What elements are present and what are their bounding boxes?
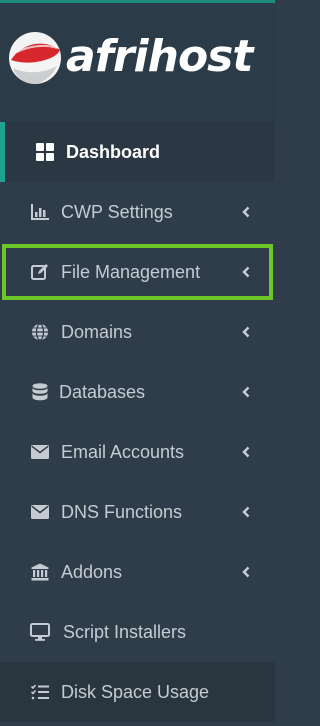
sidebar-item-label: Disk Space Usage xyxy=(61,681,210,702)
bar-chart-icon xyxy=(30,202,50,222)
chevron-left-icon[interactable] xyxy=(241,265,251,279)
sidebar-item-cwp-settings[interactable]: CWP Settings xyxy=(0,182,275,242)
logo-area[interactable]: afrihost xyxy=(0,3,275,122)
chevron-left-icon[interactable] xyxy=(241,445,251,459)
sidebar-item-label: Dashboard xyxy=(66,141,161,162)
sidebar-item-file-management[interactable]: File Management xyxy=(0,242,275,302)
sidebar-menu: Dashboard CWP Settings File Management D… xyxy=(0,122,275,722)
sidebar-item-label: Script Installers xyxy=(63,621,187,642)
bank-icon xyxy=(30,562,50,582)
sidebar-item-addons[interactable]: Addons xyxy=(0,542,275,602)
monitor-icon xyxy=(30,622,50,642)
sidebar-item-dashboard[interactable]: Dashboard xyxy=(0,122,275,182)
sidebar-item-label: Email Accounts xyxy=(61,441,185,462)
list-check-icon xyxy=(30,682,50,702)
sidebar-item-disk-space-usage[interactable]: Disk Space Usage xyxy=(0,662,275,722)
sidebar: afrihost Dashboard CWP Settings File Man… xyxy=(0,0,275,726)
brand-name: afrihost xyxy=(66,31,253,82)
chevron-left-icon[interactable] xyxy=(241,385,251,399)
sidebar-item-domains[interactable]: Domains xyxy=(0,302,275,362)
sidebar-item-label: Domains xyxy=(61,321,133,342)
sidebar-item-label: CWP Settings xyxy=(61,201,173,222)
chevron-left-icon[interactable] xyxy=(241,565,251,579)
envelope-icon xyxy=(30,442,50,462)
chevron-left-icon[interactable] xyxy=(241,205,251,219)
edit-icon xyxy=(30,262,50,282)
sidebar-item-dns-functions[interactable]: DNS Functions xyxy=(0,482,275,542)
chevron-left-icon[interactable] xyxy=(241,505,251,519)
chevron-left-icon[interactable] xyxy=(241,325,251,339)
database-icon xyxy=(30,382,50,402)
globe-icon xyxy=(30,322,50,342)
envelope-icon xyxy=(30,502,50,522)
afrihost-logo-icon xyxy=(9,32,61,84)
sidebar-item-label: DNS Functions xyxy=(61,501,183,522)
dashboard-grid-icon xyxy=(35,142,55,162)
sidebar-item-databases[interactable]: Databases xyxy=(0,362,275,422)
sidebar-item-label: File Management xyxy=(61,261,201,282)
sidebar-item-script-installers[interactable]: Script Installers xyxy=(0,602,275,662)
sidebar-item-label: Addons xyxy=(61,561,123,582)
sidebar-item-email-accounts[interactable]: Email Accounts xyxy=(0,422,275,482)
sidebar-item-label: Databases xyxy=(59,381,146,402)
